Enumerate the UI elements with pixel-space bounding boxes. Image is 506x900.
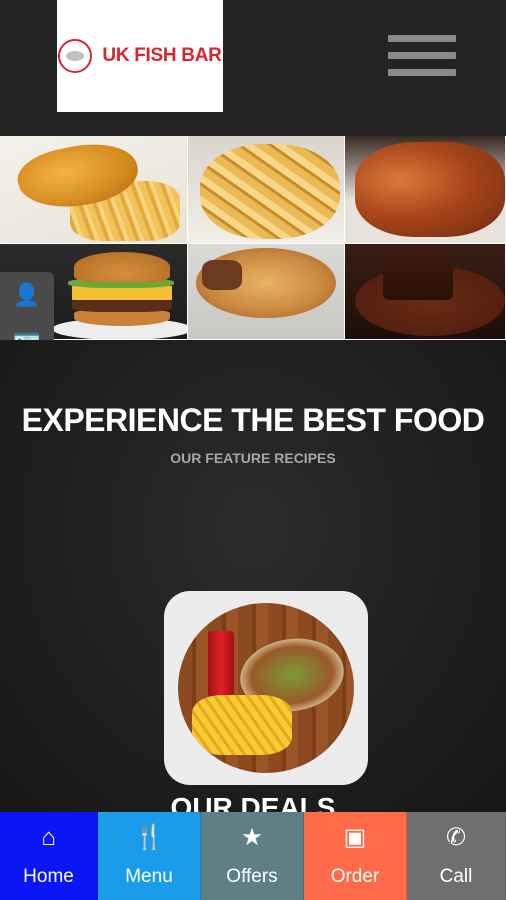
nav-label: Order xyxy=(330,866,380,887)
money-icon: ▣ xyxy=(343,824,367,851)
gallery-image-pie xyxy=(188,244,345,340)
cutlery-icon: 🍴 xyxy=(134,824,164,851)
gallery-image-chocolate-cake xyxy=(345,244,506,340)
hero-section: EXPERIENCE THE BEST FOOD OUR FEATURE REC… xyxy=(0,340,506,823)
nav-order-button[interactable]: ▣ Order xyxy=(304,812,407,900)
user-icon[interactable]: 👤 xyxy=(0,272,54,318)
nav-home-button[interactable]: ⌂ Home xyxy=(0,812,98,900)
logo-text: UK FISH BAR xyxy=(102,45,222,66)
gallery-image-chicken-wings xyxy=(345,136,506,244)
gallery-image-fish-and-chips xyxy=(0,136,188,244)
hero-title: EXPERIENCE THE BEST FOOD xyxy=(21,402,485,438)
nav-label: Call xyxy=(439,866,473,887)
deal-image xyxy=(178,603,354,773)
nav-menu-button[interactable]: 🍴 Menu xyxy=(98,812,201,900)
hamburger-icon[interactable] xyxy=(388,35,456,81)
logo[interactable]: UK FISH BAR xyxy=(57,0,223,112)
nav-label: Offers xyxy=(226,866,278,887)
phone-icon: ✆ xyxy=(445,824,467,851)
nav-call-button[interactable]: ✆ Call xyxy=(407,812,506,900)
bottom-nav: ⌂ Home 🍴 Menu ★ Offers ▣ Order ✆ Call xyxy=(0,812,506,900)
header: UK FISH BAR xyxy=(0,0,506,133)
deal-card[interactable] xyxy=(164,591,368,785)
home-icon: ⌂ xyxy=(41,824,56,851)
nav-label: Home xyxy=(23,866,74,887)
food-gallery xyxy=(0,136,506,340)
star-icon: ★ xyxy=(241,824,263,851)
fish-emblem-icon xyxy=(58,39,93,73)
gallery-image-chips xyxy=(188,136,345,244)
nav-offers-button[interactable]: ★ Offers xyxy=(201,812,304,900)
hero-subtitle: OUR FEATURE RECIPES xyxy=(170,450,336,466)
nav-label: Menu xyxy=(125,866,173,887)
